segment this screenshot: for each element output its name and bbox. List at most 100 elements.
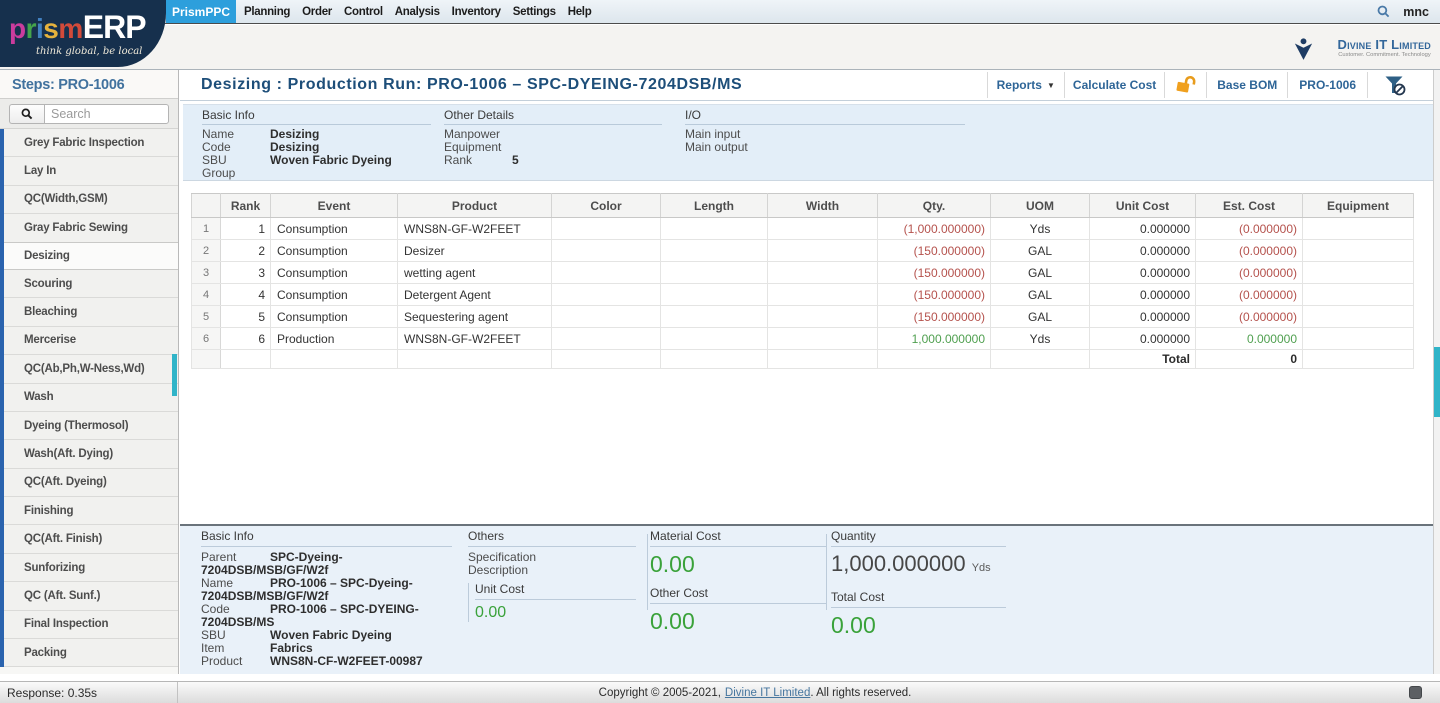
details-unit-cost: Unit Cost 0.00 xyxy=(468,583,636,622)
menu-items: PlanningOrderControlAnalysisInventorySet… xyxy=(238,0,597,23)
column-header-Event[interactable]: Event xyxy=(271,194,398,218)
unit-cost-value: 0.00 xyxy=(475,604,636,622)
divine-it-name: Divine IT Limited xyxy=(1318,38,1431,52)
info-basic-header: Basic Info xyxy=(202,109,431,125)
details-others-row: Description xyxy=(468,564,636,577)
step-list: Grey Fabric InspectionLay InQC(Width,GSM… xyxy=(0,129,178,667)
user-menu[interactable]: mnc xyxy=(1403,5,1431,19)
table-row[interactable]: 11ConsumptionWNS8N-GF-W2FEET(1,000.00000… xyxy=(192,218,1414,240)
step-item-wash[interactable]: Wash xyxy=(0,384,178,412)
column-header-Est. Cost[interactable]: Est. Cost xyxy=(1196,194,1303,218)
details-row: CodePRO-1006 – SPC-DYEING-7204DSB/MS xyxy=(201,603,452,629)
tab-prismppc[interactable]: PrismPPC xyxy=(166,0,236,23)
menu-item-analysis[interactable]: Analysis xyxy=(389,0,446,23)
total-cost-header: Total Cost xyxy=(831,591,1006,608)
column-header-row-number[interactable] xyxy=(192,194,221,218)
info-row: Group xyxy=(202,167,431,180)
step-item-bleaching[interactable]: Bleaching xyxy=(0,298,178,326)
production-run-table: RankEventProductColorLengthWidthQty.UOMU… xyxy=(191,193,1414,369)
sidebar-scrollbar-thumb[interactable] xyxy=(172,354,177,396)
info-row: Main output xyxy=(685,141,965,154)
menu-item-help[interactable]: Help xyxy=(562,0,598,23)
column-header-Product[interactable]: Product xyxy=(398,194,552,218)
step-item-qc-aft-finish-[interactable]: QC(Aft. Finish) xyxy=(0,525,178,553)
app-window: PrismPPC PlanningOrderControlAnalysisInv… xyxy=(0,0,1440,703)
search-icon[interactable] xyxy=(1377,5,1390,18)
step-item-desizing[interactable]: Desizing xyxy=(0,242,178,270)
unit-cost-header: Unit Cost xyxy=(475,583,636,600)
table-row[interactable]: 66ProductionWNS8N-GF-W2FEET1,000.000000Y… xyxy=(192,328,1414,350)
details-others: Others SpecificationDescription Unit Cos… xyxy=(468,530,636,674)
divine-it-link[interactable]: Divine IT Limited xyxy=(725,687,810,699)
step-item-dyeing-thermosol-[interactable]: Dyeing (Thermosol) xyxy=(0,412,178,440)
run-code-button[interactable]: PRO-1006 xyxy=(1288,78,1367,92)
details-panel: Basic Info ParentSPC-Dyeing-7204DSB/MSB/… xyxy=(180,524,1440,674)
details-basic-header: Basic Info xyxy=(201,530,452,547)
step-item-wash-aft-dying-[interactable]: Wash(Aft. Dying) xyxy=(0,440,178,468)
menubar: PrismPPC PlanningOrderControlAnalysisInv… xyxy=(0,0,1440,24)
step-item-mercerise[interactable]: Mercerise xyxy=(0,327,178,355)
menu-item-order[interactable]: Order xyxy=(296,0,338,23)
logo-tagline: think global, be local xyxy=(36,46,142,57)
info-io-header: I/O xyxy=(685,109,965,125)
column-header-Width[interactable]: Width xyxy=(768,194,878,218)
menu-item-settings[interactable]: Settings xyxy=(507,0,562,23)
logo-erp: ERP xyxy=(83,9,146,45)
divine-it-logo: Divine IT Limited Customer. Commitment. … xyxy=(1294,38,1431,66)
table-row[interactable]: 22ConsumptionDesizer(150.000000)GAL0.000… xyxy=(192,240,1414,262)
details-row: NamePRO-1006 – SPC-Dyeing-7204DSB/MSB/GF… xyxy=(201,577,452,603)
column-header-Rank[interactable]: Rank xyxy=(221,194,271,218)
step-item-qc-ab-ph-w-ness-wd-[interactable]: QC(Ab,Ph,W-Ness,Wd) xyxy=(0,355,178,383)
step-item-scouring[interactable]: Scouring xyxy=(0,270,178,298)
menu-item-planning[interactable]: Planning xyxy=(238,0,296,23)
step-item-qc-aft-dyeing-[interactable]: QC(Aft. Dyeing) xyxy=(0,469,178,497)
unlock-icon[interactable] xyxy=(1165,74,1206,96)
info-row: Equipment xyxy=(444,141,662,154)
info-row: Rank5 xyxy=(444,154,662,167)
column-header-Color[interactable]: Color xyxy=(552,194,661,218)
quantity-value: 1,000.000000 Yds xyxy=(831,551,1006,581)
sidebar-search-button[interactable] xyxy=(9,104,44,124)
sidebar-search-input[interactable] xyxy=(44,104,169,124)
step-item-sunforizing[interactable]: Sunforizing xyxy=(0,554,178,582)
menu-item-control[interactable]: Control xyxy=(338,0,389,23)
footer: Response: 0.35s Copyright © 2005-2021, D… xyxy=(0,681,1440,703)
page-title: Desizing : Production Run: PRO-1006 – SP… xyxy=(180,76,742,94)
step-item-finishing[interactable]: Finishing xyxy=(0,497,178,525)
step-item-lay-in[interactable]: Lay In xyxy=(0,157,178,185)
column-header-UOM[interactable]: UOM xyxy=(991,194,1090,218)
step-item-packing[interactable]: Packing xyxy=(0,639,178,667)
menubar-right: mnc xyxy=(1377,0,1440,23)
details-row: ProductWNS8N-CF-W2FEET-00987 xyxy=(201,655,452,668)
header-strip: Divine IT Limited Customer. Commitment. … xyxy=(0,25,1440,70)
menu-item-inventory[interactable]: Inventory xyxy=(446,0,507,23)
divine-it-icon xyxy=(1294,38,1313,66)
column-header-Length[interactable]: Length xyxy=(661,194,768,218)
step-item-final-inspection[interactable]: Final Inspection xyxy=(0,611,178,639)
sidebar-title: Steps: PRO-1006 xyxy=(0,70,178,99)
quantity-unit: Yds xyxy=(972,562,991,574)
main-titlebar: Desizing : Production Run: PRO-1006 – SP… xyxy=(180,70,1433,101)
info-other-details: Other Details ManpowerEquipmentRank5 xyxy=(444,109,662,180)
main-scrollbar-thumb[interactable] xyxy=(1434,347,1440,417)
table-row[interactable]: 55ConsumptionSequestering agent(150.0000… xyxy=(192,306,1414,328)
table-row[interactable]: 33Consumptionwetting agent(150.000000)GA… xyxy=(192,262,1414,284)
step-item-qc-aft-sunf-[interactable]: QC (Aft. Sunf.) xyxy=(0,582,178,610)
clear-filter-icon[interactable] xyxy=(1368,74,1407,96)
reports-button[interactable]: Reports▼ xyxy=(988,78,1064,92)
step-item-gray-fabric-sewing[interactable]: Gray Fabric Sewing xyxy=(0,214,178,242)
details-row: ParentSPC-Dyeing-7204DSB/MSB/GF/W2f xyxy=(201,551,452,577)
column-header-Unit Cost[interactable]: Unit Cost xyxy=(1090,194,1196,218)
calculate-cost-button[interactable]: Calculate Cost xyxy=(1065,78,1164,92)
column-header-Qty.[interactable]: Qty. xyxy=(878,194,991,218)
main-content: Desizing : Production Run: PRO-1006 – SP… xyxy=(180,70,1440,674)
sidebar-steps: Steps: PRO-1006 Grey Fabric InspectionLa… xyxy=(0,70,179,674)
column-header-Equipment[interactable]: Equipment xyxy=(1303,194,1414,218)
base-bom-button[interactable]: Base BOM xyxy=(1207,78,1287,92)
main-scrollbar-track[interactable] xyxy=(1433,70,1440,674)
other-cost-value: 0.00 xyxy=(650,608,826,634)
info-panel: Basic Info NameDesizingCodeDesizingSBUWo… xyxy=(183,104,1440,181)
table-row[interactable]: 44ConsumptionDetergent Agent(150.000000)… xyxy=(192,284,1414,306)
step-item-qc-width-gsm-[interactable]: QC(Width,GSM) xyxy=(0,186,178,214)
step-item-grey-fabric-inspection[interactable]: Grey Fabric Inspection xyxy=(0,129,178,157)
